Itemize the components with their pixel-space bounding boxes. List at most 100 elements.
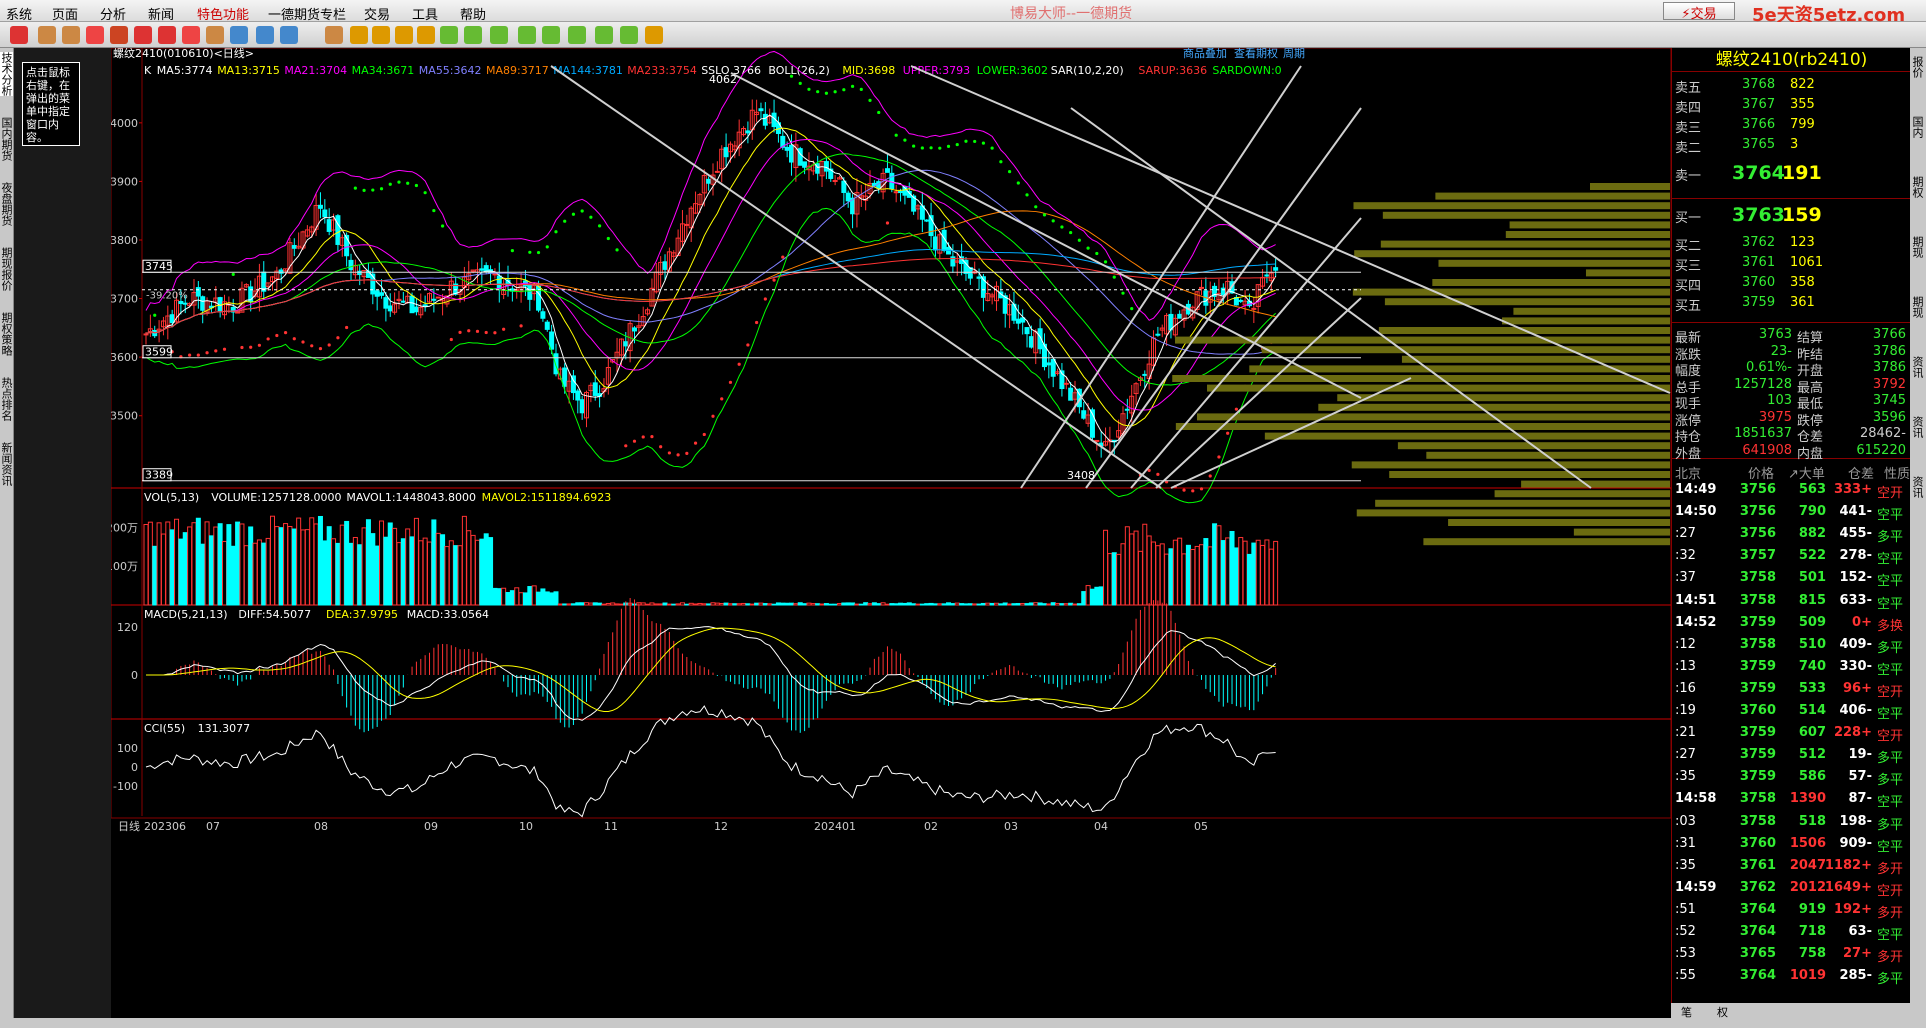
chart-icon[interactable] <box>256 26 274 44</box>
sar-dot <box>536 250 541 255</box>
period-3-icon[interactable] <box>464 26 482 44</box>
volume-bar <box>1229 530 1235 606</box>
menu-tools[interactable]: 工具 <box>412 4 438 23</box>
right-tab-5[interactable]: 资讯 <box>1911 356 1925 378</box>
volume-bar <box>1168 548 1174 606</box>
chart-link-2[interactable]: 周期 <box>1283 47 1305 60</box>
period-1-icon[interactable] <box>440 26 458 44</box>
trade-button[interactable]: ⚡交易 <box>1663 2 1735 22</box>
tick-nature: 多平 <box>1877 972 1904 988</box>
menu-help[interactable]: 帮助 <box>460 4 486 23</box>
candle-body <box>1024 327 1030 335</box>
right-tab-2[interactable]: 期权 <box>1911 176 1925 198</box>
period-m-icon[interactable] <box>372 26 390 44</box>
menu-trade[interactable]: 交易 <box>364 4 390 23</box>
left-tab-2[interactable]: 夜盘期货 <box>0 182 13 226</box>
zoom-in-icon[interactable] <box>110 26 128 44</box>
menu-system[interactable]: 系统 <box>6 4 32 23</box>
sar-dot <box>737 362 741 366</box>
volume-bar <box>483 533 489 606</box>
search-icon[interactable] <box>86 26 104 44</box>
date-tick-1: 07 <box>206 820 220 833</box>
period-4h-icon[interactable] <box>620 26 638 44</box>
period-y-icon[interactable] <box>417 26 435 44</box>
candle-body <box>802 161 808 168</box>
right-tab-6[interactable]: 资讯 <box>1911 416 1925 438</box>
volume-bar <box>1107 553 1113 606</box>
table-icon[interactable] <box>230 26 248 44</box>
volume-bar <box>710 602 716 606</box>
chart-link-1[interactable]: 查看期权 <box>1234 46 1278 60</box>
menu-page[interactable]: 页面 <box>52 4 78 23</box>
volume-bar <box>235 521 241 606</box>
right-tab-4[interactable]: 期现 <box>1911 296 1925 318</box>
volume-bar <box>1076 603 1082 606</box>
volume-bar <box>1059 603 1065 606</box>
period-60-icon[interactable] <box>568 26 586 44</box>
main-legend-14: SAR(10,2,20) <box>1051 64 1124 77</box>
period-30-icon[interactable] <box>542 26 560 44</box>
volume-bar <box>662 602 668 606</box>
tick-row: :53 3765 758 +27 多开 <box>1675 946 1904 966</box>
pen-icon[interactable] <box>182 26 200 44</box>
right-tab-0[interactable]: 报价 <box>1911 56 1925 78</box>
sar-dot <box>1208 474 1212 478</box>
candle-body <box>527 284 533 300</box>
bid-row: 买二 3762 123 <box>1672 232 1911 254</box>
volume-bar <box>522 592 528 606</box>
period-s-icon[interactable] <box>395 26 413 44</box>
left-tab-5[interactable]: 热点排名 <box>0 377 13 421</box>
volume-bar <box>588 602 594 606</box>
period-5-icon[interactable] <box>490 26 508 44</box>
tick-nature: 空开 <box>1877 684 1904 700</box>
ask-price: 3766 <box>1742 117 1776 132</box>
kline-chart[interactable]: 螺纹2410(010610)<日线> 商品叠加 查看期权 周期 K MA5:3774 MA1… <box>106 46 1672 1018</box>
volume-bar <box>217 523 223 606</box>
forward-icon[interactable] <box>62 26 80 44</box>
price-tick-4: 3600 <box>111 351 138 364</box>
candle-body <box>684 223 690 226</box>
period-15-icon[interactable] <box>518 26 536 44</box>
volume-bar <box>195 517 201 606</box>
volume-bar <box>1194 545 1200 606</box>
chart-link-0[interactable]: 商品叠加 <box>1183 46 1227 60</box>
home-icon[interactable] <box>10 26 28 44</box>
trend-line <box>550 65 1162 489</box>
settings-icon[interactable] <box>645 26 663 44</box>
draw-icon[interactable] <box>158 26 176 44</box>
right-tab-3[interactable]: 期现 <box>1911 236 1925 258</box>
quote-title: 螺纹2410(rb2410) <box>1672 48 1911 72</box>
chart-area[interactable]: 螺纹2410(010610)<日线> 商品叠加 查看期权 周期 K MA5:3774 MA1… <box>106 46 1672 1018</box>
volume-bar <box>1255 539 1261 606</box>
left-tab-0[interactable]: 技术分析 <box>0 52 13 96</box>
tick-row: :52 3764 718 -63 空平 <box>1675 924 1904 943</box>
volume-bar <box>331 538 337 606</box>
sar-dot <box>310 344 314 348</box>
period-2h-icon[interactable] <box>595 26 613 44</box>
tick-icon[interactable] <box>280 26 298 44</box>
volume-bar <box>985 602 991 606</box>
period-w-icon[interactable] <box>350 26 368 44</box>
menu-yide-column[interactable]: 一德期货专栏 <box>268 4 346 23</box>
menu-features[interactable]: 特色功能 <box>197 4 249 23</box>
ask-row: 卖五 3768 822 <box>1672 74 1911 96</box>
zoom-out-icon[interactable] <box>134 26 152 44</box>
right-tab-1[interactable]: 国内 <box>1911 116 1925 138</box>
back-icon[interactable] <box>38 26 56 44</box>
right-tab-7[interactable]: 资讯 <box>1911 476 1925 498</box>
candle-body <box>182 302 188 305</box>
tick-nature: 空平 <box>1877 928 1904 943</box>
volume-bar <box>256 539 262 606</box>
menu-news[interactable]: 新闻 <box>148 4 174 23</box>
left-tab-6[interactable]: 新闻资讯 <box>0 442 13 486</box>
left-tab-4[interactable]: 期权策略 <box>0 312 13 356</box>
volume-bar <box>1007 603 1013 606</box>
volume-bar <box>274 526 280 606</box>
left-tab-1[interactable]: 国内期货 <box>0 117 13 161</box>
period-d-icon[interactable] <box>325 26 343 44</box>
menu-analysis[interactable]: 分析 <box>100 4 126 23</box>
sar-dot <box>458 330 462 334</box>
left-tab-3[interactable]: 期现报价 <box>0 247 13 291</box>
sar-dot <box>1069 230 1073 235</box>
brush-icon[interactable] <box>206 26 224 44</box>
